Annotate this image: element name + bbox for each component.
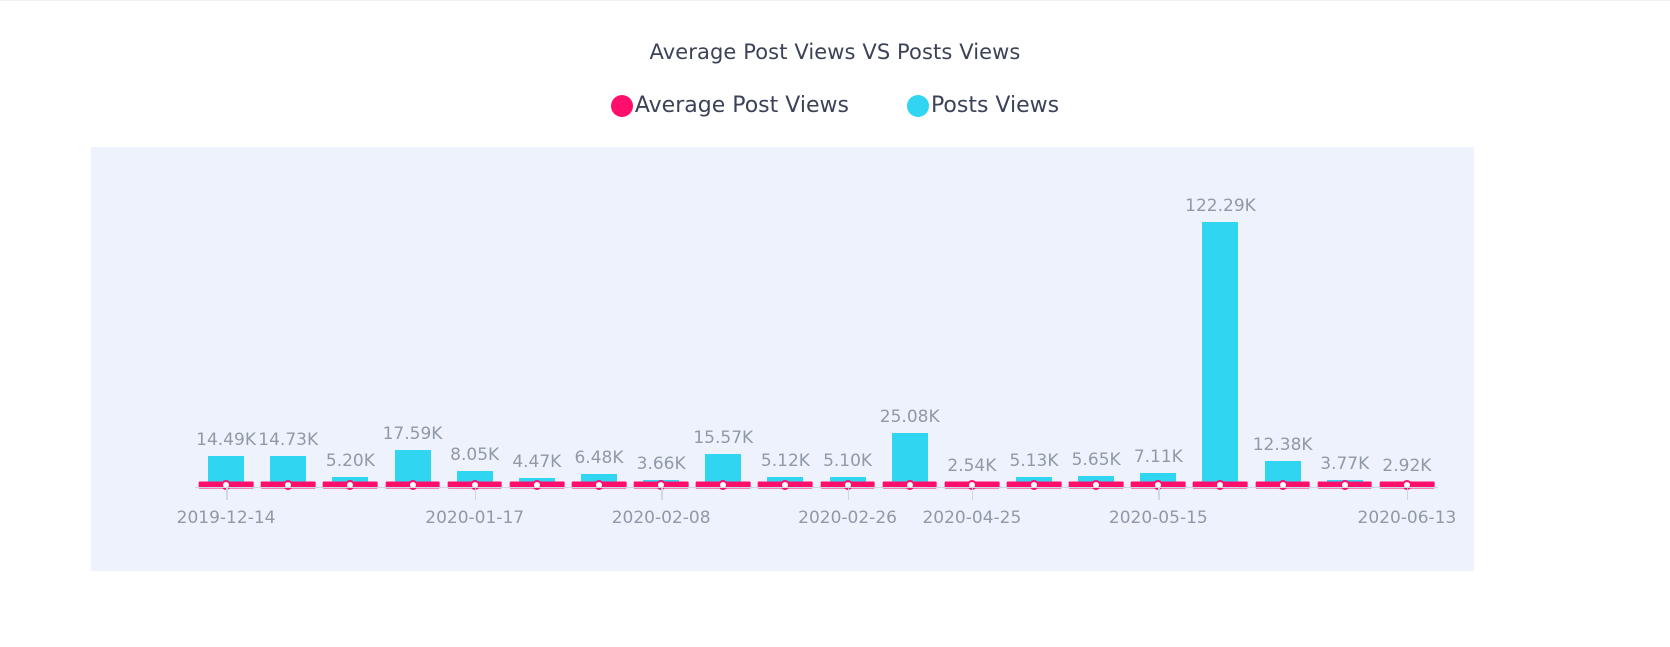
bar-posts-views[interactable] (1202, 222, 1239, 488)
bar-value-label: 8.05K (450, 444, 500, 465)
plot-area: 14.49K 14.73K 5.20K 17.59K 8.05K 4.47K 6.48K 3.… (91, 147, 1474, 571)
bar-value-label: 7.11K (1133, 446, 1183, 467)
average-point-marker (1339, 480, 1350, 490)
bar-value-label: 5.10K (823, 450, 873, 471)
x-axis-tick (226, 488, 228, 500)
legend-swatch-posts-views (906, 94, 929, 117)
bar-value-label: 2.54K (947, 456, 997, 477)
legend-label-average-post-views: Average Post Views (634, 93, 849, 118)
x-axis-line (195, 486, 1438, 488)
x-axis-tick-label: 2019-12-14 (176, 508, 276, 528)
x-axis-tick (1158, 488, 1160, 500)
bar-value-label: 15.57K (693, 428, 754, 449)
average-point-marker (407, 480, 418, 490)
average-point-marker (1091, 480, 1102, 490)
legend-item-posts-views[interactable]: Posts Views (906, 93, 1060, 118)
average-point-marker (1215, 480, 1226, 490)
bar-value-label: 5.20K (325, 450, 375, 471)
bars-layer: 14.49K 14.73K 5.20K 17.59K 8.05K 4.47K 6.48K 3.… (91, 147, 1474, 571)
x-axis-tick-label: 2020-05-15 (1108, 508, 1208, 528)
x-axis-tick (474, 488, 477, 500)
bar-value-label: 5.12K (760, 450, 810, 471)
bar-value-label: 6.48K (574, 447, 624, 468)
average-post-views-marker[interactable] (1065, 478, 1127, 492)
average-post-views-marker[interactable] (319, 478, 381, 492)
average-point-marker (718, 480, 729, 490)
bar-value-label: 3.66K (636, 454, 686, 475)
x-axis-tick-label: 2020-04-25 (922, 508, 1022, 528)
average-point-marker (283, 480, 294, 490)
average-post-views-marker[interactable] (692, 478, 754, 492)
average-point-marker (1029, 480, 1039, 490)
average-post-views-marker[interactable] (1003, 478, 1065, 492)
average-point-marker (345, 480, 356, 490)
average-post-views-marker[interactable] (879, 478, 941, 492)
x-axis-tick-label: 2020-02-26 (798, 508, 897, 528)
chart-title: Average Post Views VS Posts Views (649, 40, 1021, 64)
average-post-views-marker[interactable] (1189, 478, 1251, 492)
legend-label-posts-views: Posts Views (930, 93, 1060, 118)
bar-value-label: 122.29K (1185, 196, 1256, 216)
x-axis-tick (847, 488, 850, 500)
x-axis-tick (971, 488, 974, 500)
bar-value-label: 25.08K (879, 407, 940, 428)
bar-value-label: 5.13K (1009, 450, 1059, 471)
average-point-marker (904, 480, 915, 490)
average-post-views-marker[interactable] (257, 478, 319, 492)
bar-value-label: 14.73K (258, 429, 319, 450)
bar-value-label: 4.47K (512, 452, 562, 473)
legend-item-average-post-views[interactable]: Average Post Views (610, 93, 849, 118)
x-axis-tick (1406, 488, 1409, 500)
x-axis-tick (661, 488, 663, 500)
average-post-views-marker[interactable] (381, 478, 443, 492)
average-post-views-marker[interactable] (1314, 478, 1376, 492)
average-post-views-marker[interactable] (1252, 478, 1314, 492)
bar-rect (1202, 222, 1239, 488)
average-point-marker (780, 480, 791, 490)
average-point-marker (1277, 480, 1288, 490)
bar-value-label: 12.38K (1252, 435, 1313, 456)
average-point-marker (593, 480, 604, 490)
top-divider (0, 0, 1670, 1)
x-axis-tick-label: 2020-01-17 (425, 508, 525, 528)
bar-value-label: 3.77K (1320, 453, 1370, 474)
bar-value-label: 5.65K (1071, 449, 1121, 470)
average-post-views-marker[interactable] (568, 478, 630, 492)
x-axis-tick-label: 2020-02-08 (611, 508, 711, 528)
average-point-marker (531, 480, 542, 490)
bar-value-label: 17.59K (382, 423, 443, 444)
chart-legend: Average Post Views Posts Views (0, 93, 1670, 118)
chart-page: Average Post Views VS Posts Views Averag… (0, 0, 1670, 647)
x-axis-tick-label: 2020-06-13 (1357, 508, 1457, 528)
average-post-views-marker[interactable] (506, 478, 568, 492)
bar-value-label: 14.49K (196, 430, 256, 451)
bar-value-label: 2.92K (1382, 455, 1432, 476)
legend-swatch-average-post-views (610, 94, 633, 117)
average-post-views-marker[interactable] (754, 478, 816, 492)
